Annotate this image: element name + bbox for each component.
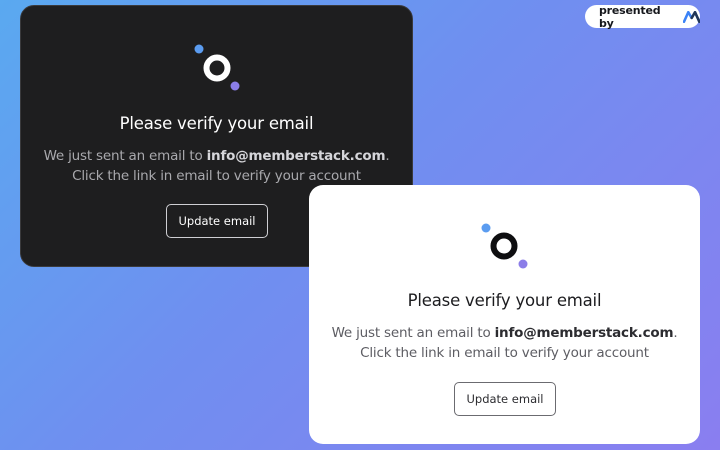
- verify-email-card-light: Please verify your email We just sent an…: [309, 185, 700, 444]
- presented-by-label: presented by: [599, 3, 661, 30]
- card-title: Please verify your email: [407, 291, 602, 310]
- memberstack-logo-icon: [682, 10, 700, 23]
- memberstack-dot-logo-icon: [194, 44, 240, 91]
- update-email-button[interactable]: Update email: [454, 382, 556, 416]
- card-message: We just sent an email to info@memberstac…: [21, 146, 412, 186]
- message-prefix: We just sent an email to: [43, 148, 207, 164]
- message-line-2: Click the link in email to verify your a…: [360, 345, 649, 361]
- email-address: info@memberstack.com: [494, 325, 674, 341]
- email-address: info@memberstack.com: [206, 148, 386, 164]
- message-suffix: .: [673, 325, 678, 341]
- message-suffix: .: [385, 148, 390, 164]
- memberstack-dot-logo-icon: [481, 223, 528, 269]
- presented-by-badge[interactable]: presented by: [585, 3, 700, 30]
- card-message: We just sent an email to info@memberstac…: [309, 323, 700, 363]
- message-prefix: We just sent an email to: [331, 325, 495, 341]
- message-line-2: Click the link in email to verify your a…: [72, 168, 361, 184]
- card-title: Please verify your email: [119, 114, 314, 133]
- update-email-button[interactable]: Update email: [166, 204, 268, 238]
